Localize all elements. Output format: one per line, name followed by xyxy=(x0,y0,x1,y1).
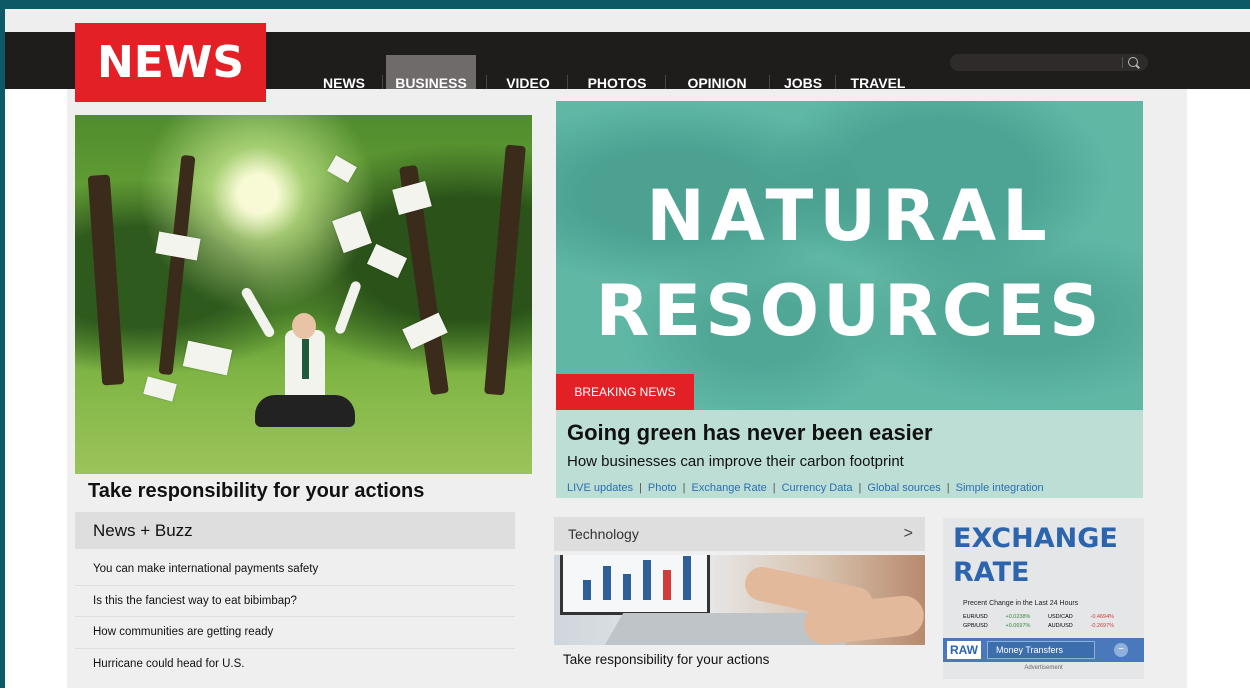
link-simple-integration[interactable]: Simple integration xyxy=(950,482,1050,494)
news-buzz-list: You can make international payments safe… xyxy=(75,554,515,680)
person-arm xyxy=(333,279,363,336)
technology-caption[interactable]: Take responsibility for your actions xyxy=(563,652,769,667)
currency-change: +0.0697% xyxy=(1005,623,1031,629)
currency-pair: AUD/USD xyxy=(1048,623,1073,629)
technology-image-laptop[interactable] xyxy=(554,555,925,645)
minus-icon[interactable]: − xyxy=(1114,643,1128,657)
feature-left-caption[interactable]: Take responsibility for your actions xyxy=(88,480,424,503)
flying-paper xyxy=(327,155,357,183)
flying-paper xyxy=(143,376,177,402)
flying-paper xyxy=(366,243,408,279)
currency-pair: USD/CAD xyxy=(1048,614,1073,620)
screen-chart-bar xyxy=(623,574,631,600)
flying-paper xyxy=(332,210,372,254)
money-transfers-button[interactable]: Money Transfers xyxy=(987,641,1095,659)
list-item[interactable]: Is this the fanciest way to eat bibimbap… xyxy=(75,586,515,617)
exchange-rate-ad[interactable]: EXCHANGE RATE Precent Change in the Last… xyxy=(943,518,1144,679)
exchange-action-bar: RAW Money Transfers − xyxy=(943,638,1144,662)
person-tie xyxy=(302,339,309,379)
flying-paper xyxy=(182,340,233,376)
currency-change: +0.0238% xyxy=(1005,614,1031,620)
story-subtitle: How businesses can improve their carbon … xyxy=(567,453,904,470)
laptop-screen xyxy=(560,555,710,615)
exchange-description: Precent Change in the Last 24 Hours xyxy=(963,600,1079,607)
search-input[interactable] xyxy=(958,54,1118,71)
exchange-row: GPB/USD +0.0697% AUD/USD -0.2697% xyxy=(963,623,1133,632)
news-buzz-header[interactable]: News + Buzz xyxy=(75,512,515,549)
link-global-sources[interactable]: Global sources xyxy=(861,482,946,494)
list-item[interactable]: Hurricane could head for U.S. xyxy=(75,649,515,681)
currency-pair: EUR/USD xyxy=(963,614,988,620)
flying-paper xyxy=(155,231,201,261)
news-logo[interactable]: NEWS xyxy=(75,23,266,102)
link-live-updates[interactable]: LIVE updates xyxy=(561,482,639,494)
screen-chart-bar xyxy=(663,570,671,600)
chevron-right-icon[interactable]: > xyxy=(904,517,913,551)
link-currency-data[interactable]: Currency Data xyxy=(776,482,859,494)
raw-logo: RAW xyxy=(947,641,981,659)
screen-chart-bar xyxy=(683,556,691,600)
exchange-title-line2: RATE xyxy=(953,557,1030,588)
screen-chart-bar xyxy=(583,580,591,600)
search-divider xyxy=(1122,57,1123,68)
breaking-news-badge: BREAKING NEWS xyxy=(556,374,694,410)
tree-trunk xyxy=(87,174,125,386)
person-arm xyxy=(239,286,277,339)
exchange-title-line1: EXCHANGE xyxy=(953,523,1118,554)
person-legs xyxy=(255,395,355,427)
feature-image-forest[interactable] xyxy=(75,115,532,474)
headline-natural: NATURAL xyxy=(646,175,1053,257)
flying-paper xyxy=(392,181,432,215)
headline-resources: RESOURCES xyxy=(595,270,1104,352)
story-title[interactable]: Going green has never been easier xyxy=(567,420,933,446)
link-photo[interactable]: Photo xyxy=(642,482,683,494)
technology-title: Technology xyxy=(568,526,639,542)
technology-header[interactable]: Technology > xyxy=(554,517,925,551)
exchange-table: EUR/USD +0.0238% USD/CAD -0.4694% GPB/US… xyxy=(963,614,1133,632)
exchange-row: EUR/USD +0.0238% USD/CAD -0.4694% xyxy=(963,614,1133,623)
search-icon[interactable] xyxy=(1128,57,1138,67)
person-head xyxy=(292,313,316,339)
feature-image-natural-resources[interactable]: NATURAL RESOURCES xyxy=(556,101,1143,410)
link-exchange-rate[interactable]: Exchange Rate xyxy=(686,482,773,494)
currency-pair: GPB/USD xyxy=(963,623,988,629)
currency-change: -0.2697% xyxy=(1090,623,1115,629)
screen-chart-bar xyxy=(603,566,611,600)
tree-trunk xyxy=(484,144,526,396)
story-links: LIVE updates | Photo | Exchange Rate | C… xyxy=(561,482,1050,494)
exchange-rate-title: EXCHANGE RATE xyxy=(953,522,1118,590)
advertisement-label: Advertisement xyxy=(1024,665,1063,671)
currency-change: -0.4694% xyxy=(1090,614,1115,620)
list-item[interactable]: How communities are getting ready xyxy=(75,617,515,649)
list-item[interactable]: You can make international payments safe… xyxy=(75,554,515,586)
search-box[interactable] xyxy=(950,54,1148,71)
screen-chart-bar xyxy=(643,560,651,600)
